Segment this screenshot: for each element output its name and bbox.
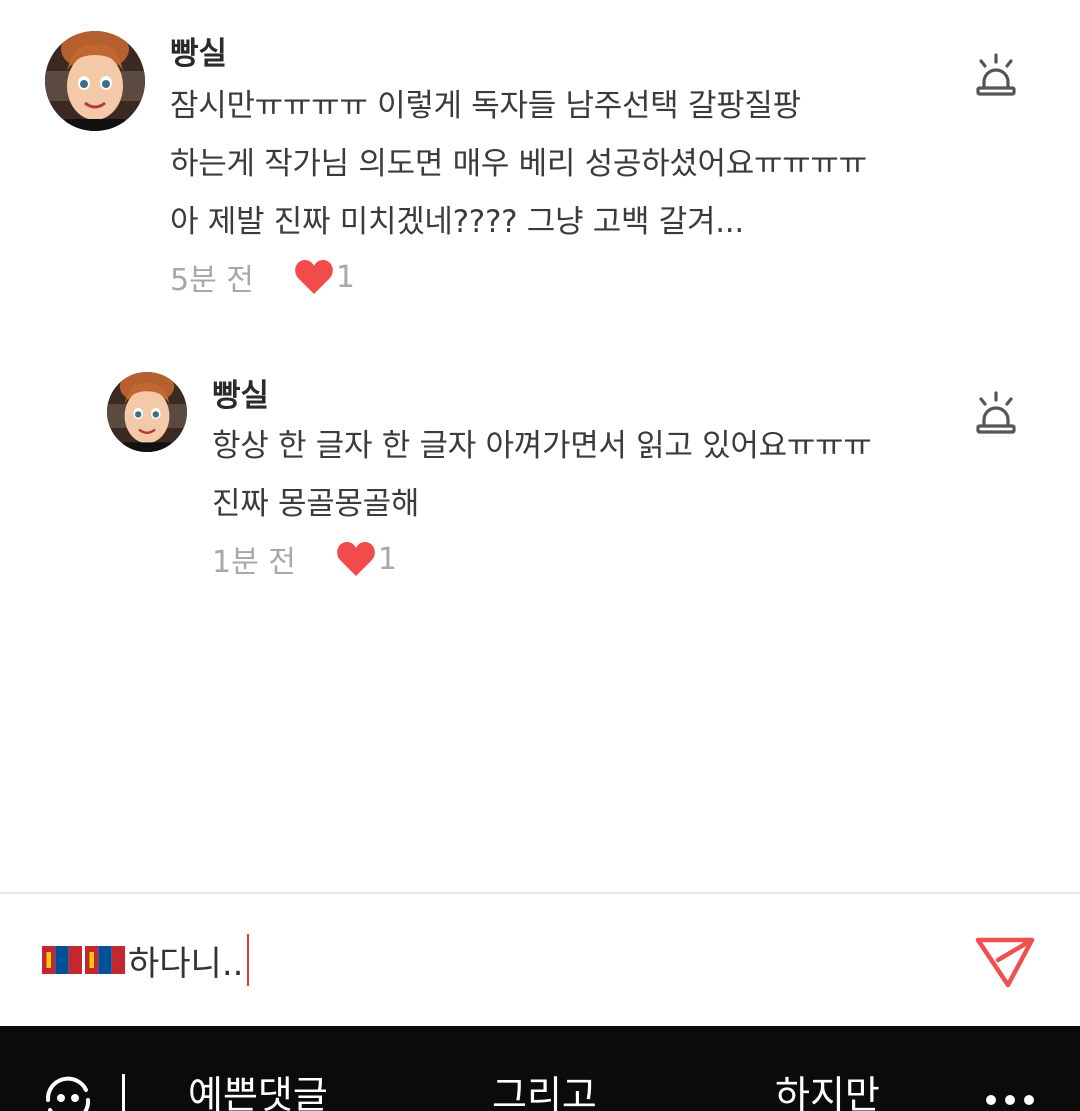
keyboard-suggestion-bar: 예쁜댓글 그리고 하지만: [0, 1026, 1080, 1111]
text-caret: [247, 934, 250, 986]
like-button[interactable]: 1: [336, 541, 397, 577]
comment-input[interactable]: 하다니..: [42, 932, 922, 988]
avatar[interactable]: [107, 372, 187, 452]
emoji-refresh-icon[interactable]: [38, 1070, 98, 1111]
report-siren-icon[interactable]: [974, 390, 1018, 438]
comment-text-line: 아 제발 진짜 미치겠네???? 그냥 고백 갈겨...: [170, 204, 744, 240]
comment-text-line: 하는게 작가님 의도면 매우 베리 성공하셨어요ㅠㅠㅠㅠ: [170, 146, 867, 182]
like-count: 1: [377, 541, 397, 577]
heart-icon: [336, 542, 375, 576]
avatar-image: [107, 372, 187, 452]
report-siren-icon[interactable]: [974, 52, 1018, 100]
suggestion-divider: [122, 1074, 125, 1111]
comment-text-line: 진짜 몽골몽골해: [212, 486, 420, 522]
send-icon[interactable]: [974, 932, 1036, 990]
keyboard-suggestion[interactable]: 하지만: [775, 1076, 880, 1111]
comment-timestamp: 5분 전: [170, 263, 254, 298]
comment-text-line: 잠시만ㅠㅠㅠㅠ 이렇게 독자들 남주선택 갈팡질팡: [170, 88, 801, 124]
mongolia-flag-icon: [42, 946, 82, 974]
more-icon[interactable]: [985, 1094, 1035, 1106]
comment-meta: 1분 전 1: [212, 537, 397, 581]
comment-composer: 하다니..: [0, 894, 1080, 1026]
comment-text-line: 항상 한 글자 한 글자 아껴가면서 읽고 있어요ㅠㅠㅠ: [212, 428, 872, 464]
comment-input-text: 하다니..: [128, 943, 244, 984]
comment-username[interactable]: 빵실: [212, 370, 269, 415]
comment-timestamp: 1분 전: [212, 545, 296, 580]
keyboard-suggestion[interactable]: 그리고: [492, 1076, 597, 1111]
comment-meta: 5분 전 1: [170, 255, 355, 299]
heart-icon: [294, 260, 333, 294]
mongolia-flag-icon: [85, 946, 125, 974]
comment-username[interactable]: 빵실: [170, 28, 227, 73]
avatar[interactable]: [45, 31, 145, 131]
avatar-image: [45, 31, 145, 131]
keyboard-suggestion[interactable]: 예쁜댓글: [188, 1076, 328, 1111]
like-button[interactable]: 1: [294, 259, 355, 295]
like-count: 1: [335, 259, 355, 295]
